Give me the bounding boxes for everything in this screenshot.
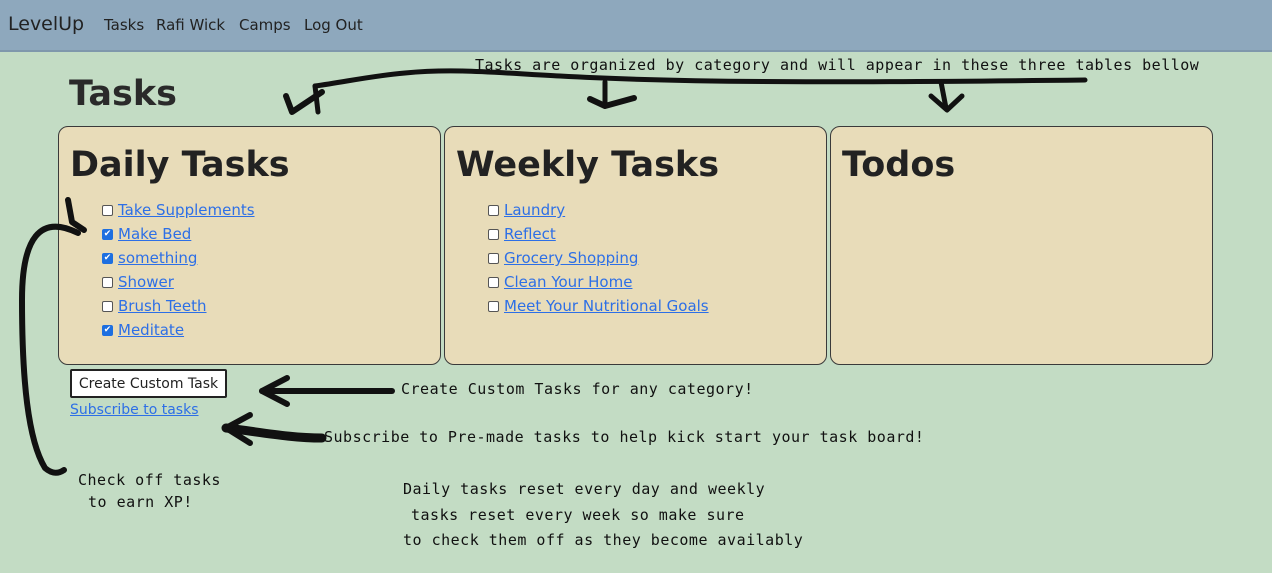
task-link[interactable]: Grocery Shopping [504,249,638,267]
weekly-tasks-panel: Weekly Tasks Laundry Reflect Grocery Shopp… [444,126,827,365]
task-checkbox[interactable] [488,276,499,288]
subscribe-to-tasks-link[interactable]: Subscribe to tasks [70,402,199,418]
task-item: Grocery Shopping [488,246,709,270]
nav-link-camps[interactable]: Camps [239,16,291,34]
task-checkbox[interactable]: ✔ [102,228,113,240]
daily-tasks-panel: Daily Tasks Take Supplements ✔ Make Bed ✔ so… [58,126,441,365]
task-link[interactable]: Laundry [504,201,565,219]
annotation-reset-1: Daily tasks reset every day and weekly [403,480,766,498]
task-item: Meet Your Nutritional Goals [488,294,709,318]
task-checkbox[interactable] [488,228,499,240]
task-item: Reflect [488,222,709,246]
annotation-checkoff-1: Check off tasks [78,471,221,489]
task-checkbox[interactable] [102,300,113,312]
task-link[interactable]: Reflect [504,225,556,243]
task-checkbox[interactable] [488,252,499,264]
task-item: Clean Your Home [488,270,709,294]
annotation-create: Create Custom Tasks for any category! [401,380,754,398]
task-checkbox[interactable]: ✔ [102,324,113,336]
task-link[interactable]: Shower [118,273,174,291]
task-item: ✔ something [102,246,255,270]
todos-panel: Todos [830,126,1213,365]
panel-title: Weekly Tasks [456,145,720,185]
navbar: LevelUp Tasks Rafi Wick Camps Log Out [0,0,1272,52]
panel-title: Daily Tasks [70,145,290,185]
task-link[interactable]: Meet Your Nutritional Goals [504,297,709,315]
task-item: ✔ Meditate [102,318,255,342]
task-checkbox[interactable]: ✔ [102,252,113,264]
task-item: Laundry [488,198,709,222]
annotation-reset-2: tasks reset every week so make sure [411,506,745,524]
task-checkbox[interactable] [488,300,499,312]
task-list: Laundry Reflect Grocery Shopping Clean Your… [488,198,709,318]
task-checkbox[interactable] [488,204,499,216]
task-list: Take Supplements ✔ Make Bed ✔ something Showe… [102,198,255,342]
task-item: Shower [102,270,255,294]
annotation-reset-3: to check them off as they become availab… [403,531,804,549]
annotation-checkoff-2: to earn XP! [88,493,193,511]
page-title: Tasks [69,74,177,114]
task-link[interactable]: Clean Your Home [504,273,632,291]
nav-link-logout[interactable]: Log Out [304,16,363,34]
task-item: ✔ Make Bed [102,222,255,246]
brand-logo[interactable]: LevelUp [8,13,84,35]
create-custom-task-button[interactable]: Create Custom Task [70,369,227,398]
nav-link-tasks[interactable]: Tasks [104,16,144,34]
task-link[interactable]: Brush Teeth [118,297,207,315]
task-link[interactable]: Meditate [118,321,184,339]
task-checkbox[interactable] [102,204,113,216]
annotation-top: Tasks are organized by category and will… [475,56,1200,74]
nav-link-profile[interactable]: Rafi Wick [156,16,225,34]
annotation-subscribe: Subscribe to Pre-made tasks to help kick… [324,428,925,446]
task-item: Take Supplements [102,198,255,222]
task-link[interactable]: something [118,249,197,267]
task-link[interactable]: Take Supplements [118,201,255,219]
task-checkbox[interactable] [102,276,113,288]
task-item: Brush Teeth [102,294,255,318]
task-link[interactable]: Make Bed [118,225,191,243]
panel-title: Todos [842,145,956,185]
